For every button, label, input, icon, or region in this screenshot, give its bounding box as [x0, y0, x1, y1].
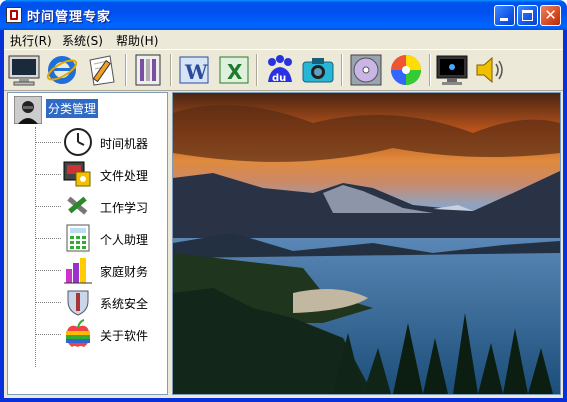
calculator-icon	[62, 223, 94, 253]
file-processing-icon	[62, 159, 94, 189]
client-area: 执行(R) 系统(S) 帮助(H) W X du 分类管理 时间机器 文件处理 …	[4, 30, 563, 398]
screen-icon[interactable]	[434, 52, 470, 88]
tree-branch	[35, 206, 61, 207]
close-icon: ✕	[544, 6, 557, 24]
menu-execute[interactable]: 执行(R)	[10, 32, 52, 49]
tree-item-time-machine[interactable]: 时间机器	[62, 127, 162, 157]
tree-item-label: 时间机器	[100, 137, 149, 151]
toolbar-separator	[170, 54, 172, 86]
tree-item-label: 工作学习	[100, 201, 149, 215]
toolbar-separator	[341, 54, 343, 86]
monitor-icon[interactable]	[6, 52, 42, 88]
menu-system[interactable]: 系统(S)	[62, 32, 103, 49]
toolbar: W X du	[4, 49, 563, 91]
chart-icon	[62, 255, 94, 285]
baidu-icon[interactable]: du	[262, 52, 298, 88]
minimize-button[interactable]	[494, 5, 515, 26]
category-tree: 分类管理 时间机器 文件处理 工作学习 个人助理 家庭财务 系统安全 关于软件	[7, 92, 168, 395]
clock-icon	[62, 127, 94, 157]
menu-bar: 执行(R) 系统(S) 帮助(H)	[4, 30, 563, 48]
toolbar-separator	[429, 54, 431, 86]
tools-icon	[62, 191, 94, 221]
notepad-pencil-icon[interactable]	[84, 52, 120, 88]
tree-branch	[35, 238, 61, 239]
tree-branch	[35, 174, 61, 175]
user-icon[interactable]	[13, 95, 43, 125]
excel-icon[interactable]: X	[216, 52, 252, 88]
maximize-button[interactable]	[517, 5, 538, 26]
menu-help[interactable]: 帮助(H)	[116, 32, 158, 49]
tree-connector-line	[35, 127, 36, 367]
svg-text:du: du	[272, 73, 286, 84]
app-window: 时间管理专家 ✕ 执行(R) 系统(S) 帮助(H) W X du 分类管理 时…	[0, 0, 567, 402]
tree-branch	[35, 302, 61, 303]
camera-icon[interactable]	[300, 52, 336, 88]
toolbar-separator	[125, 54, 127, 86]
shield-icon	[62, 287, 94, 317]
internet-explorer-icon[interactable]	[44, 52, 80, 88]
speaker-icon[interactable]	[472, 52, 508, 88]
tree-item-label: 家庭财务	[100, 265, 149, 279]
tree-item-label: 个人助理	[100, 233, 149, 247]
tree-root-label[interactable]: 分类管理	[46, 99, 99, 118]
tree-item-personal-assistant[interactable]: 个人助理	[62, 223, 162, 253]
tree-item-family-finance[interactable]: 家庭财务	[62, 255, 162, 285]
apple-icon	[62, 319, 94, 349]
tree-item-label: 文件处理	[100, 169, 149, 183]
svg-text:X: X	[227, 60, 243, 84]
tree-item-file-processing[interactable]: 文件处理	[62, 159, 162, 189]
title-bar[interactable]: 时间管理专家 ✕	[0, 0, 567, 30]
printer-icon[interactable]	[130, 52, 166, 88]
tree-item-label: 关于软件	[100, 329, 149, 343]
landscape-image	[172, 92, 561, 395]
svg-text:W: W	[184, 60, 208, 84]
minimize-icon	[500, 18, 508, 21]
tree-branch	[35, 142, 61, 143]
window-title: 时间管理专家	[27, 10, 112, 25]
maximize-icon	[522, 10, 533, 21]
word-icon[interactable]: W	[176, 52, 212, 88]
cd-drive-icon[interactable]	[348, 52, 384, 88]
app-icon[interactable]	[6, 7, 22, 23]
tree-item-system-security[interactable]: 系统安全	[62, 287, 162, 317]
close-button[interactable]: ✕	[540, 5, 561, 26]
tree-item-label: 系统安全	[100, 297, 149, 311]
toolbar-separator	[256, 54, 258, 86]
tree-item-work-study[interactable]: 工作学习	[62, 191, 162, 221]
tree-branch	[35, 270, 61, 271]
tree-branch	[35, 334, 61, 335]
color-wheel-icon[interactable]	[388, 52, 424, 88]
tree-item-about-software[interactable]: 关于软件	[62, 319, 162, 349]
